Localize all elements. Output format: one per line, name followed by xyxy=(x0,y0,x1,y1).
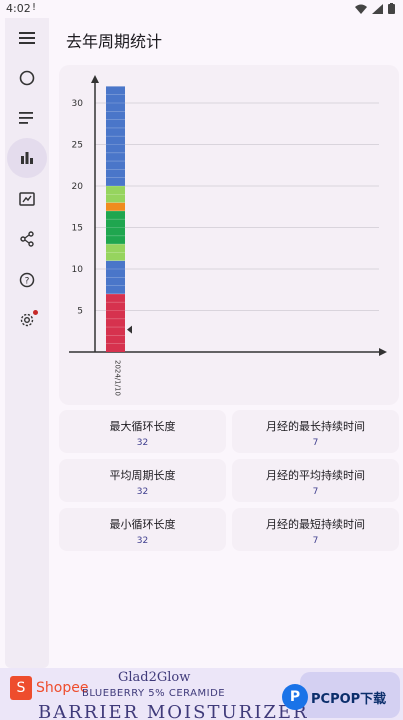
nav-calendar[interactable] xyxy=(7,58,47,98)
nav-statistics[interactable] xyxy=(7,138,47,178)
y-tick-label: 10 xyxy=(72,265,84,275)
stat-label: 月经的最短持续时间 xyxy=(266,518,365,531)
y-tick-label: 20 xyxy=(72,182,84,192)
cycle-chart-card: 5 10 15 20 25 30 2024/1/10 xyxy=(59,65,399,405)
stat-label: 平均周期长度 xyxy=(109,469,176,482)
stat-value: 7 xyxy=(312,438,319,448)
ad-tagline: BLUEBERRY 5% CERAMIDE xyxy=(82,688,226,699)
stat-min-period: 月经的最短持续时间 7 xyxy=(232,508,399,551)
help-icon: ? xyxy=(19,272,35,288)
watermark-text: PCPOP下载 xyxy=(311,691,387,707)
status-time: 4:02 xyxy=(6,2,31,15)
notification-badge xyxy=(33,310,38,315)
stat-label: 最大循环长度 xyxy=(109,420,176,433)
shopping-bag-icon: S xyxy=(10,676,32,700)
bar-chart-icon xyxy=(21,152,33,164)
y-tick-label: 15 xyxy=(72,224,83,234)
signal-icon xyxy=(372,3,383,14)
nav-settings[interactable] xyxy=(7,300,47,340)
nav-chart-edit[interactable] xyxy=(7,179,47,219)
ad-headline: BARRIER MOISTURIZER xyxy=(38,702,309,720)
circle-icon xyxy=(19,70,35,86)
watermark: P PCPOP下载 xyxy=(282,684,386,710)
shopee-logo: S Shopee xyxy=(10,676,88,700)
stat-avg-period: 月经的平均持续时间 7 xyxy=(232,459,399,502)
stat-max-period: 月经的最长持续时间 7 xyxy=(232,410,399,453)
stat-label: 月经的最长持续时间 xyxy=(266,420,365,433)
navigation-rail: ? xyxy=(5,18,49,668)
nav-notes[interactable] xyxy=(7,98,47,138)
stat-value: 32 xyxy=(136,536,149,546)
stat-value: 32 xyxy=(136,487,149,497)
y-tick-label: 25 xyxy=(72,141,83,151)
x-tick-label: 2024/1/10 xyxy=(114,360,122,396)
y-tick-label: 5 xyxy=(77,307,83,317)
x-axis-arrow xyxy=(379,348,387,356)
battery-icon xyxy=(388,3,395,14)
ad-banner[interactable]: S Shopee Glad2Glow BLUEBERRY 5% CERAMIDE… xyxy=(0,668,403,720)
pcpop-logo-icon: P xyxy=(282,684,308,710)
stat-avg-cycle: 平均周期长度 32 xyxy=(59,459,226,502)
shopee-label: Shopee xyxy=(36,680,89,696)
list-icon xyxy=(19,112,33,124)
notification-icon: ! xyxy=(32,2,37,13)
stat-value: 7 xyxy=(312,487,319,497)
page-title: 去年周期统计 xyxy=(66,32,163,51)
menu-icon xyxy=(19,32,35,44)
stat-min-cycle: 最小循环长度 32 xyxy=(59,508,226,551)
status-icons xyxy=(355,3,395,14)
stat-label: 最小循环长度 xyxy=(109,518,176,531)
wifi-icon xyxy=(355,4,367,14)
ad-brand: Glad2Glow xyxy=(118,670,191,685)
bar-segment xyxy=(106,202,125,211)
settings-icon xyxy=(20,313,34,327)
menu-button[interactable] xyxy=(7,18,47,58)
nav-help[interactable]: ? xyxy=(7,260,47,300)
stat-max-cycle: 最大循环长度 32 xyxy=(59,410,226,453)
status-bar: 4:02 ! xyxy=(0,0,403,18)
stat-label: 月经的平均持续时间 xyxy=(266,469,365,482)
y-tick-label: 30 xyxy=(72,99,84,109)
edit-chart-icon xyxy=(19,192,35,206)
y-axis-arrow xyxy=(91,75,99,83)
svg-text:?: ? xyxy=(25,277,30,287)
cycle-chart: 5 10 15 20 25 30 2024/1/10 xyxy=(69,75,387,396)
today-marker xyxy=(127,325,132,334)
nav-share[interactable] xyxy=(7,219,47,259)
stat-value: 32 xyxy=(136,438,149,448)
stat-value: 7 xyxy=(312,536,319,546)
share-icon xyxy=(20,231,34,247)
bar-segment xyxy=(106,293,125,352)
